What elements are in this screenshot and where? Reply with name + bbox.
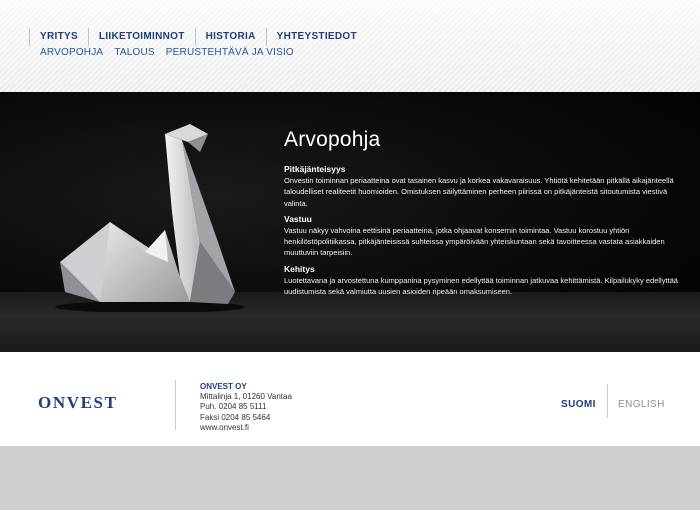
language-suomi-link[interactable]: SUOMI — [561, 399, 596, 410]
page-bottom-band — [0, 446, 700, 510]
company-website[interactable]: www.onvest.fi — [200, 423, 292, 433]
subnav-item-perustehtava[interactable]: PERUSTEHTÄVÄ JA VISIO — [166, 47, 294, 58]
hero-section: Arvopohja Pitkäjänteisyys Onvestin toimi… — [0, 92, 700, 352]
main-navigation: YRITYS LIIKETOIMINNOT HISTORIA YHTEYSTIE… — [29, 28, 367, 46]
page-title: Arvopohja — [284, 128, 381, 151]
site-footer: ONVEST ONVEST OY Mittalinja 1, 01260 Van… — [0, 352, 700, 446]
onvest-logo[interactable]: ONVEST — [38, 393, 118, 413]
footer-divider — [175, 380, 176, 430]
nav-item-historia[interactable]: HISTORIA — [194, 28, 266, 46]
subnav-item-arvopohja[interactable]: ARVOPOHJA — [40, 47, 103, 58]
company-address: Mittalinja 1, 01260 Vantaa — [200, 392, 292, 402]
origami-swan-illustration — [55, 124, 245, 312]
site-header: YRITYS LIIKETOIMINNOT HISTORIA YHTEYSTIE… — [0, 0, 700, 92]
section-heading-vastuu: Vastuu — [284, 213, 312, 224]
section-heading-kehitys: Kehitys — [284, 263, 315, 274]
language-english-link[interactable]: ENGLISH — [618, 399, 665, 410]
sub-navigation: ARVOPOHJA TALOUS PERUSTEHTÄVÄ JA VISIO — [40, 47, 294, 58]
subnav-item-talous[interactable]: TALOUS — [114, 47, 154, 58]
section-text-vastuu: Vastuu näkyy vahvoina eettisinä periaatt… — [284, 225, 665, 258]
nav-item-yritys[interactable]: YRITYS — [29, 28, 88, 46]
section-text-pitkajanteisyys: Onvestin toiminnan periaatteina ovat tas… — [284, 176, 674, 208]
values-content: Arvopohja Pitkäjänteisyys Onvestin toimi… — [284, 128, 684, 302]
section-text-kehitys: Luotettavana ja arvostettuna kumppanina … — [284, 275, 678, 297]
nav-item-yhteystiedot[interactable]: YHTEYSTIEDOT — [265, 28, 367, 46]
company-phone: Puh. 0204 85 5111 — [200, 402, 267, 412]
contact-info: ONVEST OY Mittalinja 1, 01260 Vantaa Puh… — [200, 382, 292, 433]
section-heading-pitkajanteisyys: Pitkäjänteisyys — [284, 164, 346, 174]
company-fax: Faksi 0204 85 5464 — [200, 412, 271, 422]
nav-item-liiketoiminnot[interactable]: LIIKETOIMINNOT — [87, 28, 195, 46]
company-name: ONVEST OY — [200, 382, 247, 391]
language-divider — [607, 384, 608, 418]
